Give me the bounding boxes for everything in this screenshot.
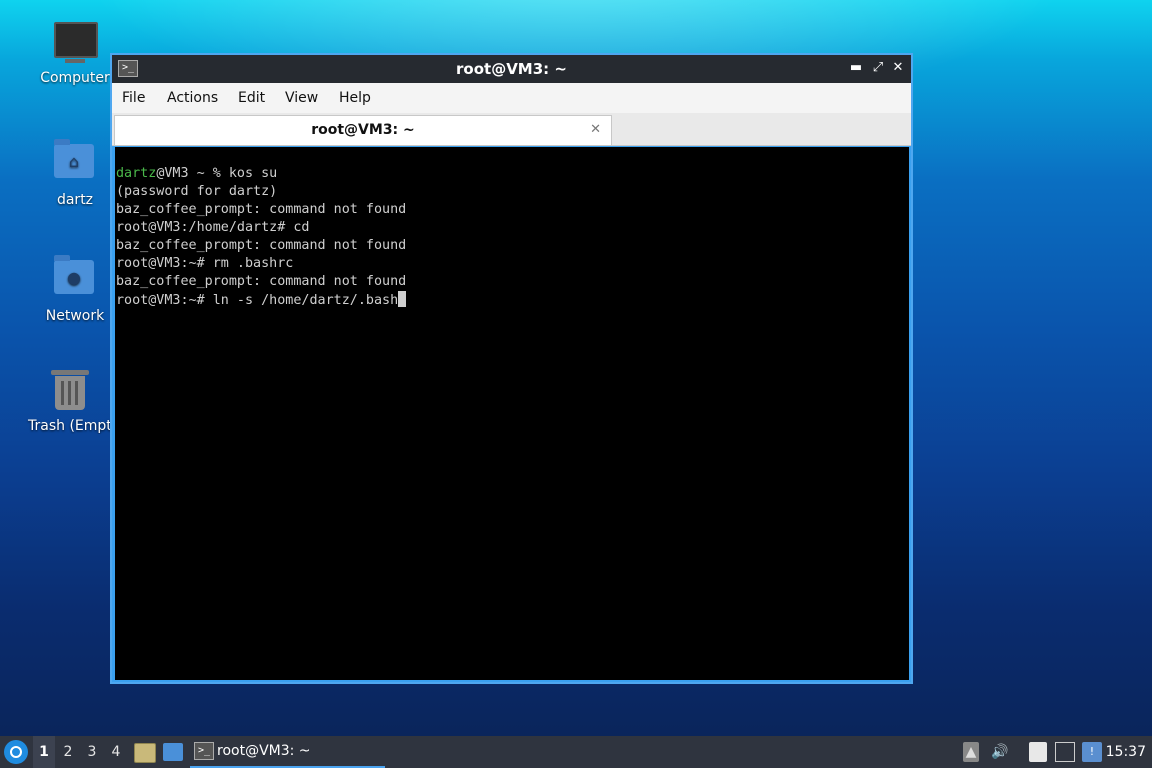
terminal-line: root@VM3:/home/dartz# cd [116, 220, 310, 235]
menu-file[interactable]: File [122, 83, 145, 113]
terminal-text: dartz@VM3 ~ % kos su (password for dartz… [115, 147, 909, 310]
tab-bar: root@VM3: ~ ✕ [112, 113, 911, 146]
window-title: root@VM3: ~ [456, 60, 567, 78]
menu-actions[interactable]: Actions [167, 83, 218, 113]
desktop-icon-label: dartz [56, 192, 94, 208]
clock[interactable]: 15:37 [1106, 736, 1146, 768]
terminal-line: @VM3 ~ % kos su [156, 166, 278, 181]
desktop-icon-computer[interactable]: Computer [27, 22, 123, 86]
home-folder-icon: ⌂ [54, 139, 96, 186]
taskbar: 1 2 3 4 >_ root@VM3: ~ ▲ 🔊 ! 15:37 [0, 736, 1152, 768]
file-manager-icon[interactable] [134, 743, 156, 763]
terminal-task-icon: >_ [194, 742, 214, 760]
computer-icon [54, 22, 98, 64]
workspace-3[interactable]: 3 [81, 736, 103, 768]
tab-root-vm3[interactable]: root@VM3: ~ ✕ [114, 115, 612, 145]
terminal-line: root@VM3:~# rm .bashrc [116, 256, 294, 271]
menu-bar: File Actions Edit View Help [112, 83, 911, 113]
desktop-icon-trash[interactable]: Trash (Empt [22, 370, 118, 434]
desktop-icon-label: Network [45, 308, 105, 324]
task-label: root@VM3: ~ [217, 743, 311, 759]
terminal-line: root@VM3:~# ln -s /home/dartz/.bash [116, 293, 399, 308]
tab-close-icon[interactable]: ✕ [590, 122, 601, 137]
network-folder-icon: ● [54, 255, 96, 302]
workspace-1[interactable]: 1 [33, 736, 55, 768]
task-terminal[interactable]: >_ root@VM3: ~ [190, 736, 385, 768]
workspace-4[interactable]: 4 [105, 736, 127, 768]
volume-icon[interactable]: 🔊 [990, 742, 1010, 762]
window-titlebar[interactable]: >_ root@VM3: ~ ▬ ⤢ ✕ [112, 55, 911, 83]
terminal-line: (password for dartz) [116, 184, 278, 199]
terminal-line: baz_coffee_prompt: command not found [116, 238, 407, 253]
terminal-cursor [398, 291, 407, 307]
network-icon[interactable] [1055, 742, 1075, 762]
terminal-window[interactable]: >_ root@VM3: ~ ▬ ⤢ ✕ File Actions Edit V… [110, 53, 913, 684]
terminal-line: baz_coffee_prompt: command not found [116, 202, 407, 217]
desktop-icon-label: Computer [40, 70, 110, 86]
trash-icon [49, 370, 91, 412]
workspace-2[interactable]: 2 [57, 736, 79, 768]
desktop-icon-home[interactable]: ⌂ dartz [27, 139, 123, 208]
up-arrow-icon[interactable]: ▲ [963, 742, 979, 762]
desktop-icon-network[interactable]: ● Network [27, 255, 123, 324]
update-notifier-icon[interactable]: ! [1082, 742, 1102, 762]
prompt-user: dartz [116, 166, 157, 181]
menu-edit[interactable]: Edit [238, 83, 265, 113]
terminal-line: baz_coffee_prompt: command not found [116, 274, 407, 289]
menu-help[interactable]: Help [339, 83, 371, 113]
start-menu-button[interactable] [4, 740, 28, 764]
close-button[interactable]: ✕ [889, 59, 907, 77]
maximize-button[interactable]: ⤢ [869, 59, 887, 77]
terminal-output[interactable]: dartz@VM3 ~ % kos su (password for dartz… [115, 147, 909, 680]
desktop-icon-label: Trash (Empt [28, 418, 112, 434]
tab-label: root@VM3: ~ [311, 122, 415, 138]
minimize-button[interactable]: ▬ [847, 59, 865, 77]
menu-view[interactable]: View [285, 83, 318, 113]
clipboard-icon[interactable] [1029, 742, 1047, 762]
show-desktop-icon[interactable] [163, 743, 183, 761]
